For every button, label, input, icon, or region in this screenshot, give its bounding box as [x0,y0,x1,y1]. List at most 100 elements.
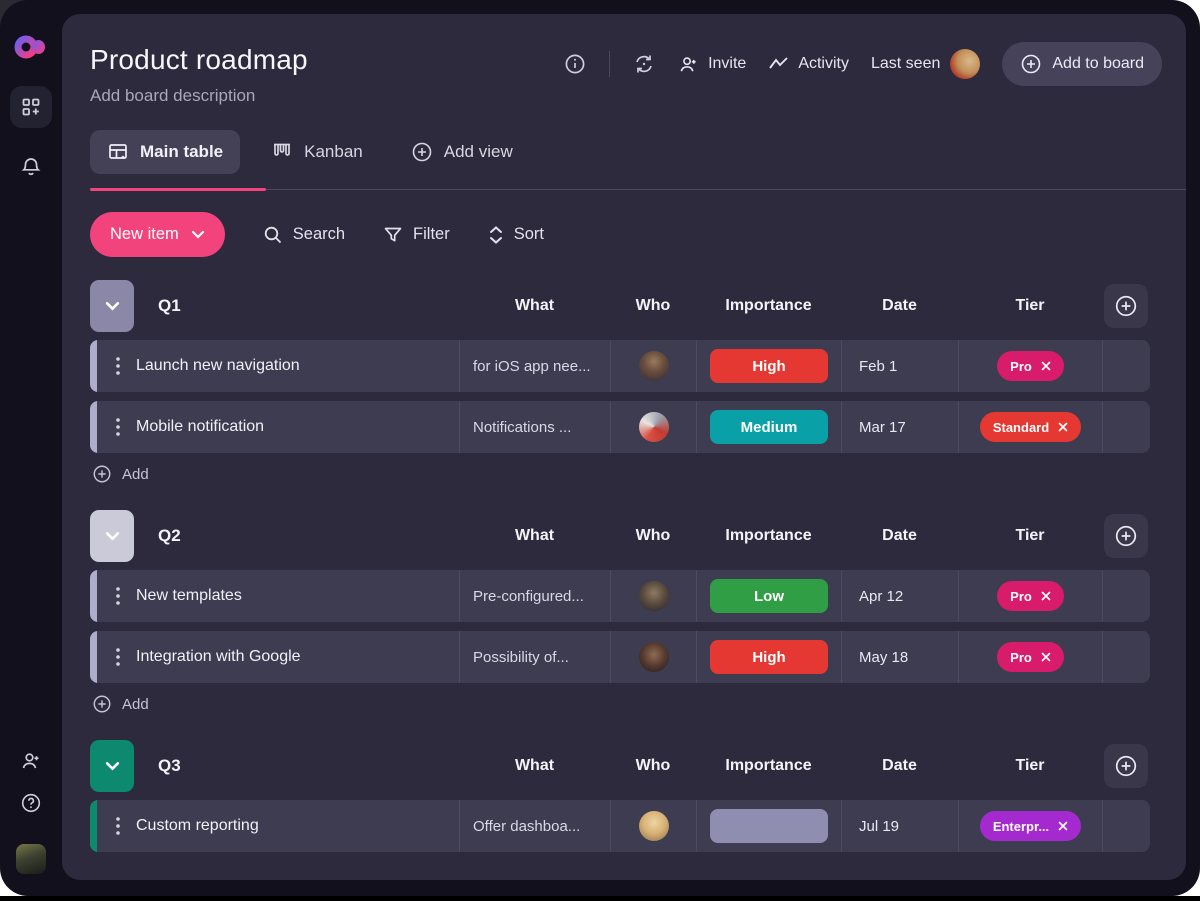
close-icon[interactable] [1041,361,1051,371]
column-header-who[interactable]: Who [610,527,696,545]
item-name[interactable]: New templates [136,587,242,605]
cell-importance[interactable]: High [696,631,841,683]
cell-what[interactable]: for iOS app nee... [459,340,610,392]
cell-tier[interactable]: Enterpr... [958,800,1102,852]
tier-badge[interactable]: Pro [997,581,1064,611]
column-header-who[interactable]: Who [610,757,696,775]
tier-badge[interactable]: Pro [997,642,1064,672]
collapse-group-button[interactable] [90,280,134,332]
column-header-date[interactable]: Date [841,297,958,315]
cell-who[interactable] [610,631,696,683]
column-header-importance[interactable]: Importance [696,297,841,315]
item-name[interactable]: Custom reporting [136,817,259,835]
column-header-tier[interactable]: Tier [958,527,1102,545]
assignee-avatar[interactable] [639,642,669,672]
importance-badge[interactable]: Medium [710,410,828,444]
assignee-avatar[interactable] [639,412,669,442]
table-row[interactable]: New templates Pre-configured... Low Apr … [90,570,1150,622]
cell-who[interactable] [610,570,696,622]
assignee-avatar[interactable] [639,351,669,381]
boards-button[interactable] [10,86,52,128]
info-button[interactable] [563,52,587,76]
table-row[interactable]: Launch new navigation for iOS app nee...… [90,340,1150,392]
cell-importance[interactable]: Medium [696,401,841,453]
cell-what[interactable]: Possibility of... [459,631,610,683]
add-item-button[interactable]: Add [92,694,1150,714]
group-title[interactable]: Q3 [158,756,181,776]
group-title[interactable]: Q1 [158,296,181,316]
cell-what[interactable]: Notifications ... [459,401,610,453]
cell-tier[interactable]: Pro [958,340,1102,392]
add-to-board-button[interactable]: Add to board [1002,42,1162,86]
close-icon[interactable] [1058,821,1068,831]
cell-date[interactable]: Feb 1 [841,340,958,392]
row-menu-button[interactable] [116,357,120,375]
cell-importance[interactable]: Low [696,570,841,622]
column-header-what[interactable]: What [459,297,610,315]
collapse-group-button[interactable] [90,510,134,562]
cell-date[interactable]: Apr 12 [841,570,958,622]
cell-who[interactable] [610,800,696,852]
help-button[interactable] [10,782,52,824]
board-description-placeholder[interactable]: Add board description [90,86,1162,106]
cell-importance[interactable]: High [696,340,841,392]
importance-badge[interactable]: High [710,349,828,383]
tier-badge[interactable]: Pro [997,351,1064,381]
cell-tier[interactable]: Pro [958,570,1102,622]
assignee-avatar[interactable] [639,811,669,841]
close-icon[interactable] [1041,591,1051,601]
column-header-what[interactable]: What [459,527,610,545]
tier-badge[interactable]: Enterpr... [980,811,1081,841]
group-title[interactable]: Q2 [158,526,181,546]
tab-kanban[interactable]: Kanban [254,130,380,174]
invite-people-button[interactable] [10,740,52,782]
cell-what[interactable]: Offer dashboa... [459,800,610,852]
column-header-importance[interactable]: Importance [696,757,841,775]
column-header-tier[interactable]: Tier [958,757,1102,775]
column-header-what[interactable]: What [459,757,610,775]
column-header-importance[interactable]: Importance [696,527,841,545]
add-column-button[interactable] [1104,514,1148,558]
filter-button[interactable]: Filter [383,225,450,245]
cell-tier[interactable]: Standard [958,401,1102,453]
importance-badge[interactable]: High [710,640,828,674]
notifications-button[interactable] [10,146,52,188]
item-name[interactable]: Launch new navigation [136,357,300,375]
tier-badge[interactable]: Standard [980,412,1081,442]
invite-button[interactable]: Invite [678,54,746,75]
user-avatar[interactable] [16,844,46,874]
sort-button[interactable]: Sort [488,225,544,245]
search-button[interactable]: Search [263,225,345,245]
cell-importance[interactable] [696,800,841,852]
table-row[interactable]: Integration with Google Possibility of..… [90,631,1150,683]
collapse-group-button[interactable] [90,740,134,792]
item-name[interactable]: Integration with Google [136,648,301,666]
table-row[interactable]: Custom reporting Offer dashboa... Jul 19… [90,800,1150,852]
activity-button[interactable]: Activity [768,55,849,73]
cell-who[interactable] [610,340,696,392]
importance-badge[interactable]: Low [710,579,828,613]
close-icon[interactable] [1058,422,1068,432]
cell-date[interactable]: Jul 19 [841,800,958,852]
column-header-who[interactable]: Who [610,297,696,315]
last-seen[interactable]: Last seen [871,49,980,79]
table-row[interactable]: Mobile notification Notifications ... Me… [90,401,1150,453]
sync-button[interactable] [632,52,656,76]
tab-main-table[interactable]: Main table [90,130,240,174]
cell-who[interactable] [610,401,696,453]
cell-what[interactable]: Pre-configured... [459,570,610,622]
row-menu-button[interactable] [116,817,120,835]
tab-add-view[interactable]: Add view [394,130,530,174]
add-column-button[interactable] [1104,284,1148,328]
new-item-button[interactable]: New item [90,212,225,257]
importance-badge-empty[interactable] [710,809,828,843]
column-header-date[interactable]: Date [841,527,958,545]
cell-date[interactable]: May 18 [841,631,958,683]
column-header-tier[interactable]: Tier [958,297,1102,315]
plaky-logo-icon[interactable] [14,32,48,62]
cell-date[interactable]: Mar 17 [841,401,958,453]
row-menu-button[interactable] [116,418,120,436]
row-menu-button[interactable] [116,648,120,666]
assignee-avatar[interactable] [639,581,669,611]
cell-tier[interactable]: Pro [958,631,1102,683]
